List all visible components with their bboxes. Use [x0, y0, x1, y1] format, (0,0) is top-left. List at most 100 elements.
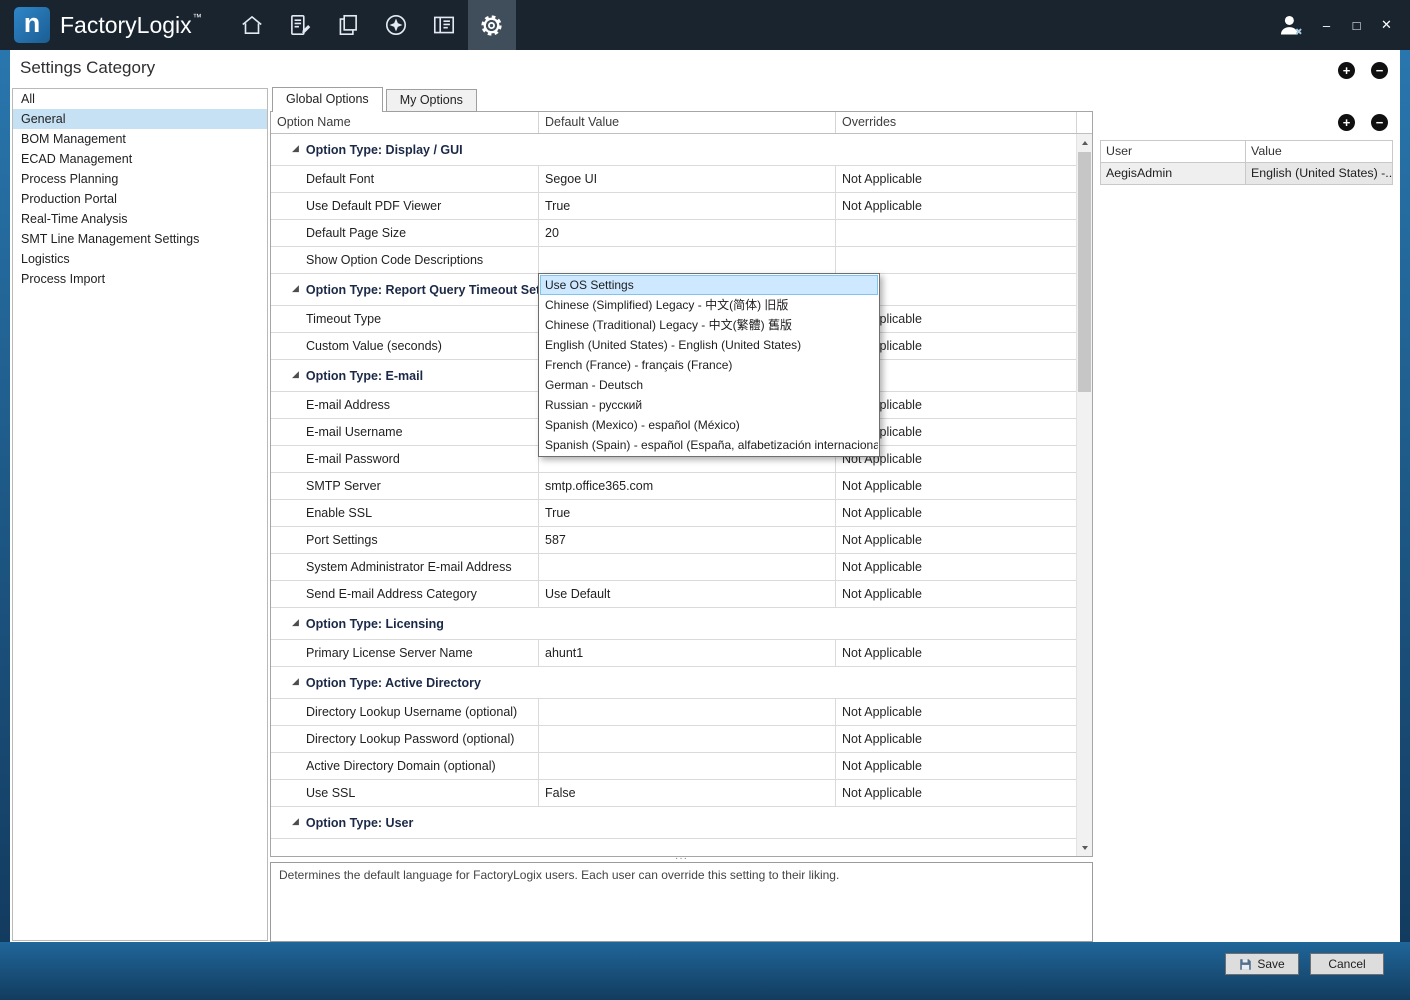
option-row[interactable]: ◢ Option Type: User Option Type: User [271, 807, 1077, 839]
nav-planning-button[interactable] [276, 0, 324, 50]
nav-materials-button[interactable] [324, 0, 372, 50]
collapse-expander-icon[interactable]: ◢ [292, 816, 299, 827]
collapse-expander-icon[interactable]: ◢ [292, 143, 299, 154]
option-name: SMTP Server [271, 473, 539, 499]
option-default-value[interactable]: 20 20 [539, 220, 836, 246]
option-row[interactable]: ◢ Option Type: Licensing Option Type: Li… [271, 608, 1077, 640]
dropdown-option[interactable]: Chinese (Traditional) Legacy - 中文(繁體) 舊版 [540, 315, 878, 335]
collapse-expander-icon[interactable]: ◢ [292, 617, 299, 628]
sidebar-item[interactable]: Real-Time Analysis [13, 209, 267, 229]
column-header-option-name[interactable]: Option Name [271, 112, 539, 133]
maximize-button[interactable]: □ [1349, 18, 1364, 33]
option-row[interactable]: ◢ System Administrator E-mail Address Sy… [271, 554, 1077, 581]
option-name: System Administrator E-mail Address [271, 554, 539, 580]
option-default-value[interactable] [539, 247, 836, 273]
options-scrollbar[interactable] [1076, 134, 1092, 856]
option-default-value[interactable] [539, 554, 836, 580]
option-row[interactable]: ◢ Active Directory Domain (optional) Act… [271, 753, 1077, 780]
dropdown-option[interactable]: Chinese (Simplified) Legacy - 中文(简体) 旧版 [540, 295, 878, 315]
nav-production-button[interactable] [372, 0, 420, 50]
option-row[interactable]: ◢ Default Font Default Font Segoe UI Seg… [271, 166, 1077, 193]
column-header-value[interactable]: Value [1246, 141, 1393, 163]
option-row[interactable]: ◢ Show Option Code Descriptions Show Opt… [271, 247, 1077, 274]
nav-reports-button[interactable] [420, 0, 468, 50]
scroll-up-button[interactable] [1077, 134, 1092, 151]
option-row[interactable]: ◢ SMTP Server SMTP Server smtp.office365… [271, 473, 1077, 500]
option-row[interactable]: ◢ Directory Lookup Username (optional) D… [271, 699, 1077, 726]
collapse-expander-icon[interactable]: ◢ [292, 369, 299, 380]
collapse-expander-icon[interactable]: ◢ [292, 283, 299, 294]
cancel-button[interactable]: Cancel [1310, 953, 1384, 975]
dropdown-option[interactable]: German - Deutsch [540, 375, 878, 395]
option-value-text: True [545, 506, 571, 520]
option-default-value[interactable] [539, 726, 836, 752]
sidebar-item[interactable]: BOM Management [13, 129, 267, 149]
sidebar-item[interactable]: Process Import [13, 269, 267, 289]
dropdown-option[interactable]: Spanish (Spain) - español (España, alfab… [540, 435, 878, 455]
nav-home-button[interactable] [228, 0, 276, 50]
option-row[interactable]: ◢ Use SSL Use SSL False False Not Applic… [271, 780, 1077, 807]
option-default-value[interactable]: True True [539, 500, 836, 526]
option-name: Custom Value (seconds) [271, 333, 539, 359]
sidebar-item[interactable]: General [13, 109, 267, 129]
nav-settings-button[interactable] [467, 0, 516, 50]
dropdown-option[interactable]: Russian - русский [540, 395, 878, 415]
dropdown-option[interactable]: Spanish (Mexico) - español (México) [540, 415, 878, 435]
column-header-user[interactable]: User [1101, 141, 1246, 163]
overrides-header: User Value [1101, 141, 1393, 163]
option-default-value[interactable]: Use Default Use Default [539, 581, 836, 607]
dropdown-option[interactable]: Use OS Settings [540, 275, 878, 295]
option-default-value[interactable]: True True [539, 193, 836, 219]
option-group-header: ◢ Option Type: Report Query Timeout Sett… [271, 283, 570, 297]
remove-button-top[interactable]: − [1371, 62, 1388, 79]
dropdown-option[interactable]: English (United States) - English (Unite… [540, 335, 878, 355]
option-row[interactable]: ◢ Primary License Server Name Primary Li… [271, 640, 1077, 667]
option-default-value[interactable]: Segoe UI Segoe UI [539, 166, 836, 192]
option-row[interactable]: ◢ Option Type: Display / GUI Option Type… [271, 134, 1077, 166]
option-row[interactable]: ◢ Send E-mail Address Category Send E-ma… [271, 581, 1077, 608]
add-button-top[interactable]: + [1338, 62, 1355, 79]
column-header-default-value[interactable]: Default Value [539, 112, 836, 133]
option-default-value[interactable] [539, 699, 836, 725]
option-default-value[interactable]: 587 587 [539, 527, 836, 553]
minimize-button[interactable]: – [1319, 18, 1334, 33]
sidebar-item[interactable]: SMT Line Management Settings [13, 229, 267, 249]
option-row[interactable]: ◢ Option Type: Active Directory Option T… [271, 667, 1077, 699]
sidebar-item[interactable]: Process Planning [13, 169, 267, 189]
option-group-title: Option Type: Active Directory [305, 675, 481, 690]
override-row[interactable]: AegisAdmin English (United States) -... [1101, 163, 1393, 185]
option-row[interactable]: ◢ Use Default PDF Viewer Use Default PDF… [271, 193, 1077, 220]
option-default-value[interactable]: False False [539, 780, 836, 806]
option-row[interactable]: ◢ Port Settings Port Settings 587 587 No… [271, 527, 1077, 554]
sidebar-item[interactable]: Production Portal [13, 189, 267, 209]
remove-override-button[interactable]: − [1371, 114, 1388, 131]
close-button[interactable]: ✕ [1379, 17, 1394, 33]
options-rows: ◢ Option Type: Display / GUI Option Type… [271, 134, 1077, 856]
option-group-title: Option Type: Licensing [305, 616, 444, 631]
option-row[interactable]: ◢ Directory Lookup Password (optional) D… [271, 726, 1077, 753]
option-default-value[interactable] [539, 753, 836, 779]
scroll-down-button[interactable] [1077, 839, 1092, 856]
user-logout-icon[interactable] [1277, 12, 1304, 39]
option-override: Not Applicable [836, 473, 1077, 499]
column-header-overrides[interactable]: Overrides [836, 112, 1077, 133]
compass-star-icon [385, 14, 406, 36]
sidebar-item[interactable]: Logistics [13, 249, 267, 269]
option-row[interactable]: ◢ Enable SSL Enable SSL True True Not Ap… [271, 500, 1077, 527]
sidebar-item[interactable]: ECAD Management [13, 149, 267, 169]
collapse-expander-icon[interactable]: ◢ [292, 676, 299, 687]
main-content: Settings Category All General BOM Manage… [10, 50, 1400, 942]
option-default-value[interactable]: ahunt1 ahunt1 [539, 640, 836, 666]
option-name: Use SSL [271, 780, 539, 806]
save-button[interactable]: Save [1225, 953, 1299, 975]
scrollbar-thumb[interactable] [1078, 152, 1091, 392]
option-name: Show Option Code Descriptions [271, 247, 539, 273]
add-override-button[interactable]: + [1338, 114, 1355, 131]
option-row[interactable]: ◢ Default Page Size Default Page Size 20… [271, 220, 1077, 247]
option-default-value[interactable]: smtp.office365.com smtp.office365.com [539, 473, 836, 499]
trademark: ™ [192, 11, 202, 22]
tab-my-options[interactable]: My Options [385, 89, 477, 112]
sidebar-item[interactable]: All [13, 89, 267, 109]
dropdown-option[interactable]: French (France) - français (France) [540, 355, 878, 375]
tab-global-options[interactable]: Global Options [272, 87, 383, 112]
